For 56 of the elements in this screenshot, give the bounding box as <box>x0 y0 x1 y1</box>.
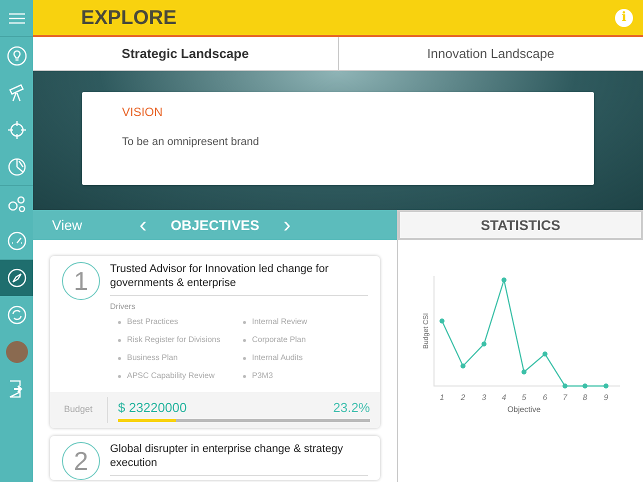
bullet-icon <box>243 320 246 324</box>
bullet-icon <box>243 374 246 378</box>
menu-icon[interactable] <box>8 12 24 24</box>
avatar-icon <box>6 340 28 362</box>
x-tick-label: 3 <box>482 393 486 402</box>
pie-icon <box>6 156 26 176</box>
next-button[interactable]: › <box>277 214 297 236</box>
x-tick-label: 2 <box>460 393 466 402</box>
driver-item: P3M3 <box>252 370 273 382</box>
objective-card[interactable]: 2 Global disrupter in enterprise change & strategy execution <box>50 436 380 480</box>
previous-button[interactable]: ‹ <box>133 214 153 236</box>
driver-item: Best Practices <box>127 316 178 328</box>
x-tick-label: 7 <box>562 393 568 402</box>
bullet-icon <box>118 374 121 378</box>
refresh-icon <box>6 304 26 324</box>
x-tick-label: 6 <box>542 393 548 402</box>
bullet-icon <box>118 320 121 324</box>
gears-icon <box>6 194 26 214</box>
gauge-icon <box>6 230 26 250</box>
bullet-icon <box>243 338 246 342</box>
objective-number: 1 <box>62 262 100 300</box>
driver-item: Risk Register for Divisions <box>127 334 220 346</box>
x-tick-label: 5 <box>522 393 526 402</box>
driver-item: Business Plan <box>127 352 178 364</box>
info-button[interactable]: i <box>615 8 633 26</box>
budget-amount: $ 23220000 <box>118 398 187 417</box>
driver-item: Internal Review <box>252 316 308 328</box>
bullet-icon <box>243 356 246 360</box>
bullet-icon <box>118 338 121 342</box>
statistics-header: STATISTICS <box>398 210 643 240</box>
driver-item: APSC Capability Review <box>127 370 215 382</box>
target-icon <box>6 120 26 140</box>
x-tick-label: 9 <box>604 393 608 402</box>
budget-percent: 23.2% <box>333 398 370 417</box>
objective-number: 2 <box>62 442 100 480</box>
bulb-icon <box>6 46 26 66</box>
sidebar-item[interactable] <box>0 259 33 296</box>
drivers-label: Drivers <box>110 301 136 313</box>
x-tick-label: 4 <box>502 393 506 402</box>
x-axis-label: Objective <box>507 405 541 414</box>
bullet-icon <box>118 356 121 360</box>
vision-heading: VISION <box>122 104 164 121</box>
x-tick-label: 1 <box>440 393 444 402</box>
page-title: EXPLORE <box>81 6 177 30</box>
telescope-icon <box>6 82 26 102</box>
driver-item: Internal Audits <box>252 352 303 364</box>
view-label[interactable]: View <box>33 214 133 236</box>
compass-icon <box>6 268 26 288</box>
vision-text: To be an omnipresent brand <box>122 135 260 150</box>
driver-item: Corporate Plan <box>252 334 306 346</box>
objective-title: Trusted Advisor for Innovation led change for governments & enterprise <box>110 262 368 296</box>
objective-card[interactable] <box>50 256 380 428</box>
objectives-title: OBJECTIVES <box>170 216 260 234</box>
x-tick-label: 8 <box>582 393 588 402</box>
objective-title: Global disrupter in enterprise change & strategy execution <box>110 442 368 476</box>
budget-label: Budget <box>50 397 108 423</box>
